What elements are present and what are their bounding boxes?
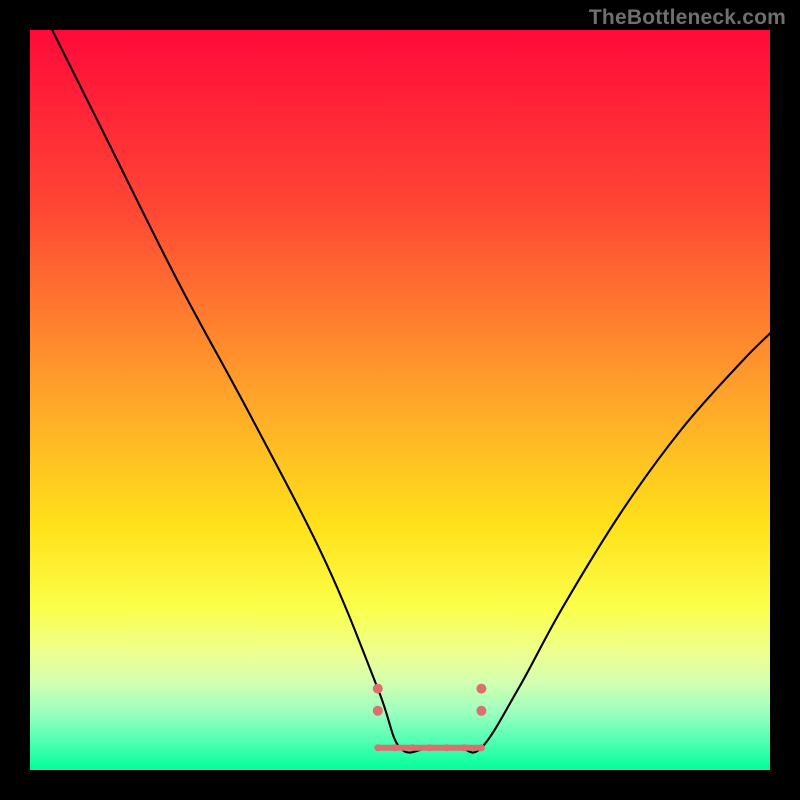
plot-area [30, 30, 770, 770]
watermark-text: TheBottleneck.com [589, 6, 786, 30]
chart-container: TheBottleneck.com [0, 0, 800, 800]
bottleneck-curve [30, 30, 770, 770]
